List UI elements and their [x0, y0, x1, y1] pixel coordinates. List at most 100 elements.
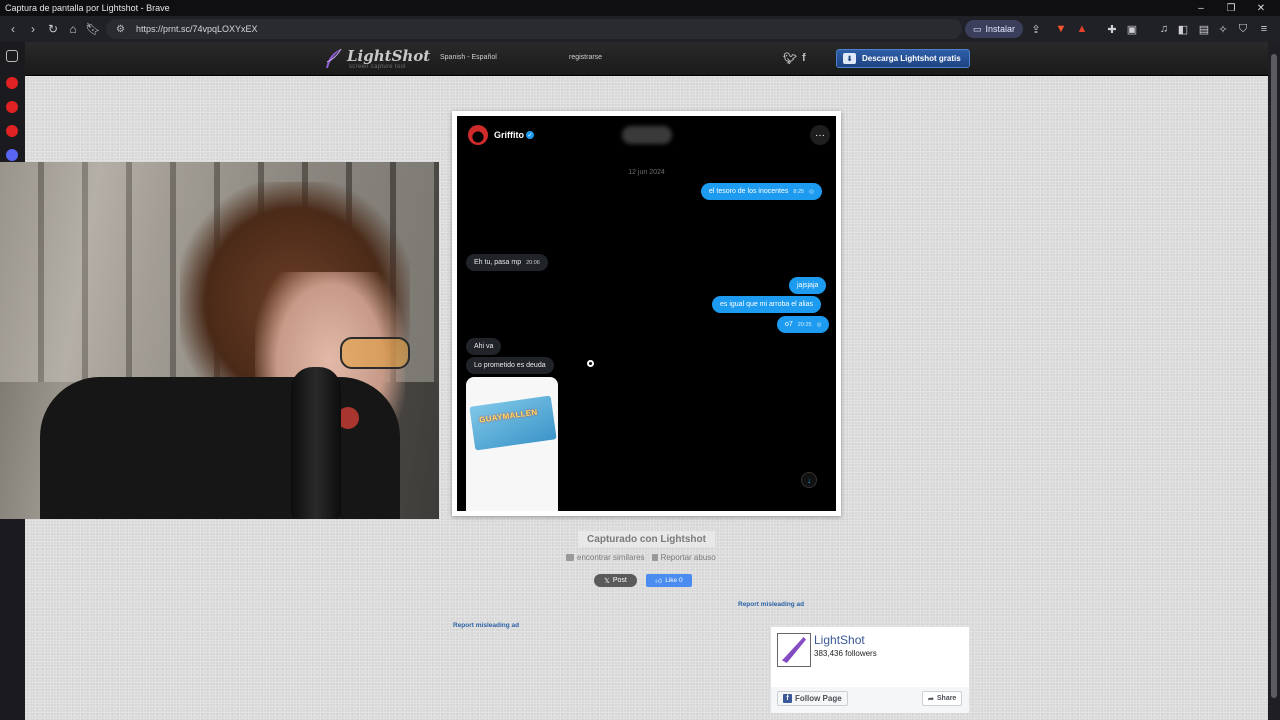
minimize-icon[interactable]: –	[1186, 0, 1216, 16]
message-bubble: es igual que mi arroba el alias	[712, 296, 821, 313]
blurred-label	[622, 126, 672, 144]
discord-icon[interactable]	[6, 149, 18, 161]
music-icon[interactable]: ♫	[1155, 20, 1173, 38]
vpn-icon[interactable]: ⛉	[1234, 20, 1252, 38]
facebook-page-widget: LightShot 383,436 followers f Follow Pag…	[770, 626, 970, 713]
report-abuse-link[interactable]: Reportar abuso	[651, 553, 716, 562]
wallet2-icon[interactable]: ▤	[1195, 20, 1213, 38]
feather-icon	[782, 637, 806, 663]
read-check-icon: ◎	[809, 188, 814, 195]
feather-icon	[323, 48, 343, 70]
tinted-glasses	[340, 337, 410, 369]
maximize-icon[interactable]: ❐	[1216, 0, 1246, 16]
chat-username: Griffito	[494, 130, 524, 140]
logo-name: LightShot	[347, 47, 431, 65]
logo-tagline: screen capture tool	[349, 64, 406, 70]
download-button[interactable]: ⬇ Descarga Lightshot gratis	[836, 49, 970, 68]
person-shirt	[40, 377, 400, 519]
page-thumbnail[interactable]	[777, 633, 811, 667]
report-ad-link[interactable]: Report misleading ad	[738, 601, 804, 608]
thumbs-up-icon: 👍︎	[655, 577, 663, 585]
page-scrollbar[interactable]	[1268, 42, 1280, 720]
report-ad-link[interactable]: Report misleading ad	[453, 622, 519, 629]
youtube-icon[interactable]	[6, 125, 18, 137]
message-text: Ahi va	[474, 343, 494, 350]
fb-like-button[interactable]: 👍︎ Like 0	[646, 574, 692, 587]
follow-label: Follow Page	[795, 694, 842, 703]
microphone	[291, 367, 341, 519]
message-bubble: jajsjaja	[789, 277, 827, 294]
lightshot-logo[interactable]: LightShot screen capture tool	[323, 46, 433, 72]
share-label: Share	[936, 695, 957, 702]
message-text: Lo prometido es deuda	[474, 362, 546, 369]
message-bubble: o7 20:25 ◎	[777, 316, 830, 333]
message-text: es igual que mi arroba el alias	[720, 301, 813, 308]
image-actions: encontrar similares Reportar abuso	[566, 553, 716, 562]
brave-shields-icon[interactable]: ▼	[1052, 20, 1070, 38]
forward-icon[interactable]: ›	[23, 19, 43, 39]
extensions-icon[interactable]: ✚	[1103, 20, 1121, 38]
message-bubble: el tesoro de los inocentes 8:25 ◎	[701, 183, 822, 200]
close-icon[interactable]: ✕	[1246, 0, 1276, 16]
wallet-icon[interactable]: ▣	[1123, 20, 1141, 38]
message-bubble: Lo prometido es deuda	[466, 357, 554, 374]
message-time: 20:25	[797, 321, 812, 328]
message-time: 20:06	[526, 259, 540, 266]
share-icon[interactable]: ⇪	[1027, 20, 1045, 38]
reload-icon[interactable]: ↻	[43, 19, 63, 39]
youtube-icon[interactable]	[6, 101, 18, 113]
fb-followers: 383,436 followers	[814, 649, 877, 658]
scrollbar-thumb[interactable]	[1271, 54, 1277, 698]
url-text: https://prnt.sc/74vpqLOXYxEX	[136, 24, 258, 34]
share-arrow-icon: ➦	[928, 695, 934, 703]
site-header: LightShot screen capture tool Spanish - …	[25, 42, 1268, 76]
avatar	[468, 125, 488, 145]
home-icon[interactable]: ⌂	[63, 19, 83, 39]
message-text: o7	[785, 321, 793, 328]
captured-label: Capturado con Lightshot	[578, 531, 715, 547]
follow-page-button[interactable]: f Follow Page	[777, 691, 848, 706]
install-label: Instalar	[985, 24, 1016, 34]
chat-image: GUAYMALLEN	[466, 377, 558, 511]
screenshot-frame: Griffito ✓ ··· 12 jun 2024 el tesoro de …	[452, 111, 841, 516]
x-post-button[interactable]: 𝕏 Post	[594, 574, 637, 587]
bookmark-icon[interactable]: 🔖︎	[83, 19, 103, 39]
sidebar-toggle-icon[interactable]: ◧	[1174, 20, 1192, 38]
install-button[interactable]: ▭ Instalar	[965, 20, 1024, 38]
product-brand: GUAYMALLEN	[478, 407, 539, 425]
share-button[interactable]: ➦ Share	[922, 691, 963, 706]
x-post-label: Post	[612, 577, 627, 584]
language-select[interactable]: Spanish - Español	[440, 54, 497, 61]
register-link[interactable]: registrarse	[569, 54, 602, 61]
verified-icon: ✓	[526, 131, 534, 139]
download-label: Descarga Lightshot gratis	[862, 54, 961, 63]
site-settings-icon[interactable]: ⚙	[116, 24, 128, 35]
message-bubble: Eh tu, pasa mp 20:06	[466, 254, 548, 271]
download-icon: ⬇	[843, 53, 856, 64]
find-similar-link[interactable]: encontrar similares	[566, 553, 645, 562]
chat-date: 12 jun 2024	[628, 169, 665, 176]
sidebar-panel-icon[interactable]	[6, 50, 18, 62]
report-abuse-label: Reportar abuso	[660, 553, 716, 562]
trash-icon	[651, 554, 658, 561]
twitter-icon[interactable]: 🐦︎	[783, 52, 797, 65]
facebook-icon[interactable]: f	[802, 52, 806, 64]
brave-rewards-icon[interactable]: ▲	[1073, 20, 1091, 38]
leo-ai-icon[interactable]: ✧	[1214, 20, 1232, 38]
webcam-overlay	[0, 162, 439, 519]
message-text: Eh tu, pasa mp	[474, 259, 522, 266]
message-time: 8:25	[793, 188, 805, 195]
x-icon: 𝕏	[604, 577, 610, 585]
facebook-icon: f	[783, 694, 792, 703]
window-title-bar: Captura de pantalla por Lightshot - Brav…	[0, 0, 1280, 16]
window-title: Captura de pantalla por Lightshot - Brav…	[5, 3, 170, 13]
fb-page-title[interactable]: LightShot	[814, 633, 865, 647]
back-icon[interactable]: ‹	[3, 19, 23, 39]
more-icon: ···	[810, 125, 830, 145]
find-similar-label: encontrar similares	[577, 553, 645, 562]
menu-icon[interactable]: ≡	[1255, 20, 1273, 38]
fb-like-label: Like 0	[665, 577, 683, 584]
scroll-down-icon: ↓	[801, 472, 817, 488]
youtube-icon[interactable]	[6, 77, 18, 89]
address-bar[interactable]: ⚙ https://prnt.sc/74vpqLOXYxEX	[106, 19, 962, 39]
